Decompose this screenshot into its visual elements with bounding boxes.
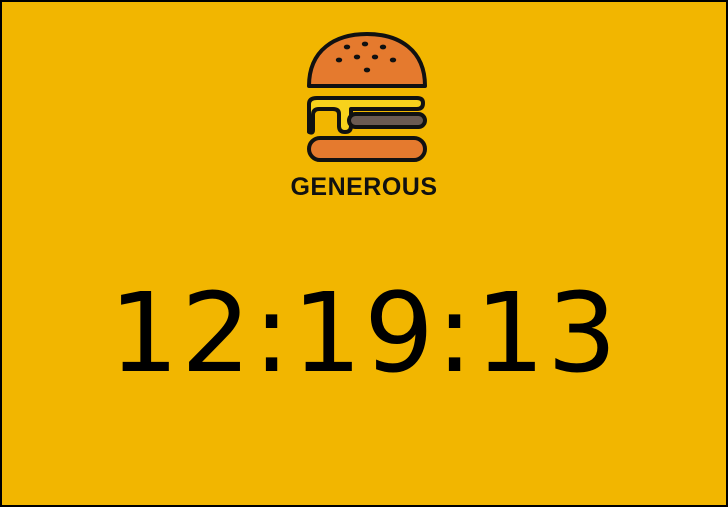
clock-screen: GENEROUS 12:19:13 <box>0 0 728 507</box>
burger-icon <box>307 32 427 162</box>
clock-time: 12:19:13 <box>108 269 620 397</box>
brand-name: GENEROUS <box>290 173 438 201</box>
